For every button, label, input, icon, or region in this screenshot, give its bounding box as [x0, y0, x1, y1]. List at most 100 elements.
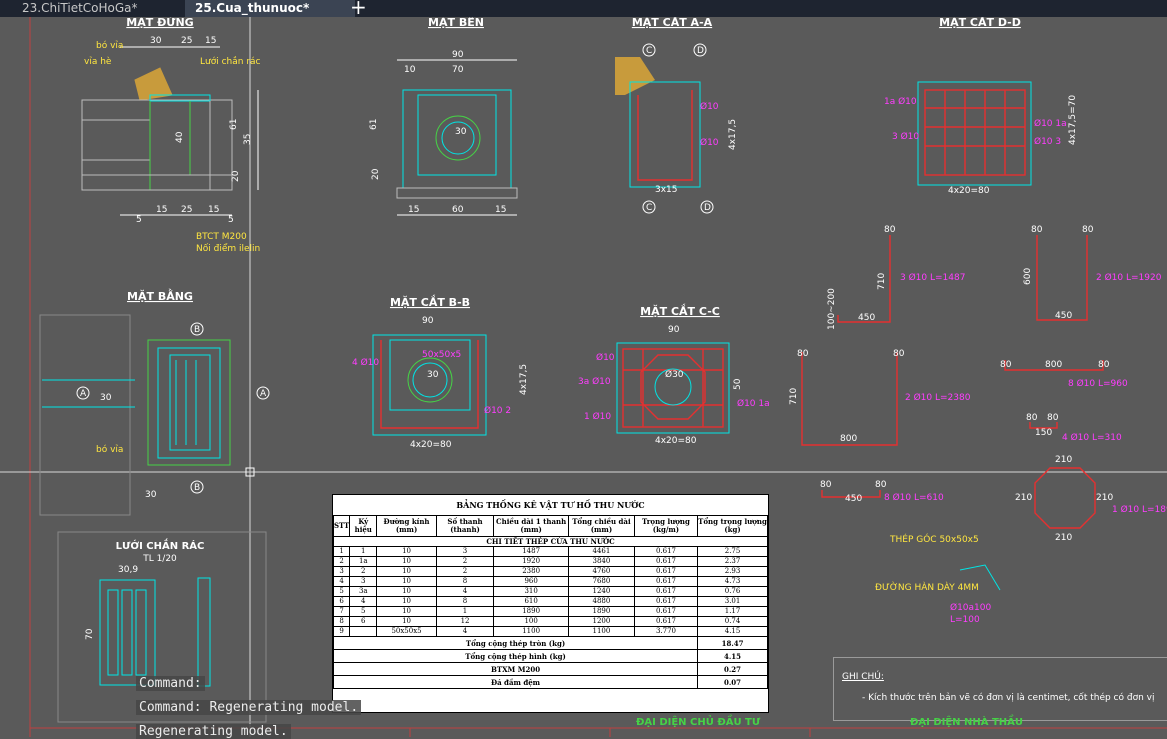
svg-text:30: 30 [455, 127, 467, 137]
table-row: 6 4 10 8 610 4880 0.617 3.01 [332, 596, 768, 607]
svg-text:90: 90 [422, 316, 434, 326]
svg-text:210: 210 [1096, 493, 1113, 503]
svg-text:600: 600 [1023, 268, 1033, 285]
svg-text:Ø10a100: Ø10a100 [950, 602, 992, 613]
notes-text: - Kích thước trên bản vẽ có đơn vị là ce… [862, 693, 1155, 703]
command-history-line-2: Command: Regenerating model. [136, 700, 362, 715]
table-row: 7 5 10 1 1890 1890 0.617 1.17 [332, 606, 768, 617]
svg-text:Nối điểm ilelin: Nối điểm ilelin [196, 243, 260, 254]
svg-text:30: 30 [427, 370, 439, 380]
svg-text:25: 25 [181, 205, 192, 215]
svg-text:80: 80 [875, 480, 887, 490]
svg-text:30,9: 30,9 [118, 565, 138, 575]
luoi-scale: TL 1/20 [142, 554, 177, 564]
view-luoi-chan-rac: 30,9 70 [85, 565, 211, 687]
table-row: 9 50x50x5 4 1100 1100 3.770 4.15 [332, 626, 768, 637]
title-mat-ben: MẶT BÊN [428, 17, 484, 29]
svg-text:450: 450 [858, 313, 875, 323]
svg-text:1a Ø10: 1a Ø10 [884, 96, 917, 107]
signature-owner: ĐẠI DIỆN CHỦ ĐẦU TƯ [636, 717, 761, 728]
svg-text:80: 80 [1026, 413, 1038, 423]
svg-text:80: 80 [893, 349, 905, 359]
svg-text:800: 800 [1045, 360, 1062, 370]
notes-box: GHI CHÚ: - Kích thước trên bản vẽ có đơn… [833, 657, 1167, 721]
svg-text:B: B [194, 325, 200, 335]
new-tab-button[interactable]: + [350, 0, 367, 17]
table-row: 4 3 10 8 960 7680 0.617 4.73 [332, 576, 768, 587]
svg-text:210: 210 [1055, 533, 1072, 543]
svg-text:ĐƯỜNG HÀN DÀY 4MM: ĐƯỜNG HÀN DÀY 4MM [875, 581, 979, 593]
svg-text:80: 80 [1031, 225, 1043, 235]
svg-text:vỉa hè: vỉa hè [84, 56, 112, 67]
svg-text:Ø10 3: Ø10 3 [1034, 136, 1061, 147]
svg-text:4 Ø10 L=310: 4 Ø10 L=310 [1062, 432, 1122, 443]
svg-text:35: 35 [243, 134, 253, 145]
svg-text:bó vỉa: bó vỉa [96, 40, 123, 51]
svg-text:1 Ø10 L=1890: 1 Ø10 L=1890 [1112, 504, 1167, 515]
svg-text:Ø10 1a: Ø10 1a [1034, 118, 1067, 129]
svg-text:800: 800 [840, 434, 857, 444]
table-total-row: BTXM M200 0.27 [332, 662, 768, 676]
svg-text:25: 25 [181, 36, 192, 46]
material-table: BẢNG THỐNG KÊ VẬT TƯ HỐ THU NƯỚC STT Ký … [332, 494, 769, 713]
svg-text:A: A [80, 389, 87, 399]
svg-text:210: 210 [1055, 455, 1072, 465]
svg-text:A: A [260, 389, 267, 399]
svg-text:15: 15 [408, 205, 419, 215]
svg-text:5: 5 [136, 215, 142, 225]
table-row: 3 2 10 2 2380 4760 0.617 2.93 [332, 566, 768, 577]
svg-text:BTCT M200: BTCT M200 [196, 232, 247, 242]
svg-text:3x15: 3x15 [655, 185, 678, 195]
svg-text:C: C [646, 46, 652, 56]
material-table-grid: STT Ký hiệu Đường kính (mm) Số thanh (th… [332, 515, 768, 689]
svg-text:210: 210 [1015, 493, 1032, 503]
title-mat-bang: MẶT BẰNG [127, 288, 193, 303]
svg-text:450: 450 [1055, 311, 1072, 321]
svg-text:4x17,5: 4x17,5 [728, 119, 738, 150]
svg-text:2 Ø10 L=1920: 2 Ø10 L=1920 [1096, 272, 1162, 283]
svg-text:15: 15 [156, 205, 167, 215]
svg-text:4x20=80: 4x20=80 [948, 186, 990, 196]
svg-text:710: 710 [877, 273, 887, 290]
svg-text:Ø10 1a: Ø10 1a [737, 398, 770, 409]
svg-text:80: 80 [884, 225, 896, 235]
table-section: CHI TIẾT THÉP CỬA THU NƯỚC [333, 536, 768, 547]
svg-text:80: 80 [1000, 360, 1012, 370]
title-mat-cat-aa: MẶT CẮT A-A [632, 17, 713, 29]
notes-title: GHI CHÚ: [842, 672, 884, 682]
svg-text:61: 61 [369, 119, 379, 130]
title-mat-cat-cc: MẶT CẮT C-C [640, 303, 720, 318]
svg-text:15: 15 [205, 36, 216, 46]
svg-text:50x50x5: 50x50x5 [422, 350, 461, 360]
table-row: 8 6 10 12 100 1200 0.617 0.74 [332, 616, 768, 627]
table-row: 2 1a 10 2 1920 3840 0.617 2.37 [332, 556, 768, 567]
svg-text:2 Ø10 L=2380: 2 Ø10 L=2380 [905, 392, 971, 403]
svg-text:Ø30: Ø30 [665, 369, 684, 380]
svg-text:4x17,5=70: 4x17,5=70 [1068, 95, 1078, 145]
tab-cua-thu-nuoc[interactable]: 25.Cua_thunuoc* [185, 0, 355, 17]
svg-text:1 Ø10: 1 Ø10 [584, 411, 611, 422]
title-mat-dung: MẶT ĐỨNG [126, 17, 193, 29]
svg-text:80: 80 [1098, 360, 1110, 370]
svg-text:450: 450 [845, 494, 862, 504]
table-total-row: Tổng cộng thép hình (kg) 4.15 [332, 649, 768, 663]
view-mat-cat-bb: 30 50x50x5 90 4x20=80 4 Ø10 Ø10 2 4x17,5 [352, 316, 529, 450]
view-mat-dung: 30 25 15 15 25 15 5 5 35 61 40 20 bó vỉa… [81, 36, 261, 254]
svg-text:30: 30 [145, 490, 157, 500]
svg-text:Ø10: Ø10 [596, 352, 615, 363]
svg-text:80: 80 [797, 349, 809, 359]
svg-text:80: 80 [820, 480, 832, 490]
svg-text:90: 90 [668, 325, 680, 335]
view-mat-bang: 30 30 bó vỉa B B A A [39, 314, 270, 516]
rebar-shapes: 80 450 710 100~200 3 Ø10 L=1487 80 80 45… [789, 225, 1167, 625]
title-mat-cat-dd: MẶT CẮT D-D [939, 17, 1021, 29]
tab-chi-tiet-co-ho-ga[interactable]: 23.ChiTietCoHoGa* [12, 0, 148, 17]
svg-text:15: 15 [495, 205, 506, 215]
svg-text:80: 80 [1047, 413, 1059, 423]
svg-text:B: B [194, 483, 200, 493]
svg-text:8 Ø10 L=610: 8 Ø10 L=610 [884, 492, 944, 503]
svg-text:Lưới chắn rác: Lưới chắn rác [200, 56, 261, 67]
svg-text:80: 80 [1082, 225, 1094, 235]
svg-text:3a Ø10: 3a Ø10 [578, 376, 611, 387]
svg-text:50: 50 [733, 378, 743, 390]
